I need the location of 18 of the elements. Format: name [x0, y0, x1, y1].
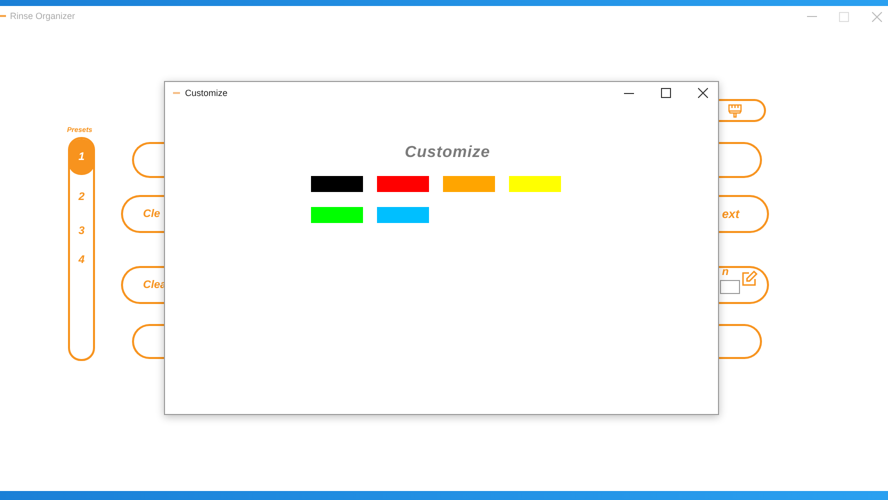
- preset-button[interactable]: 1: [68, 139, 95, 175]
- dialog-title: Customize: [185, 88, 228, 98]
- app-icon: [0, 14, 6, 18]
- edit-icon[interactable]: [740, 270, 758, 288]
- preset-button[interactable]: 2: [68, 179, 95, 215]
- color-swatch[interactable]: [311, 176, 363, 192]
- input-field[interactable]: [720, 280, 740, 294]
- close-icon[interactable]: [698, 88, 708, 98]
- window-title: Rinse Organizer: [10, 11, 76, 21]
- color-swatch[interactable]: [509, 176, 561, 192]
- maximize-icon[interactable]: [661, 88, 671, 98]
- dialog-heading: Customize: [404, 144, 492, 162]
- brush-icon: [728, 104, 742, 118]
- field-label: n: [722, 266, 729, 278]
- color-swatch[interactable]: [377, 207, 429, 223]
- color-swatch[interactable]: [311, 207, 363, 223]
- color-swatch[interactable]: [377, 176, 429, 192]
- color-swatch[interactable]: [443, 176, 495, 192]
